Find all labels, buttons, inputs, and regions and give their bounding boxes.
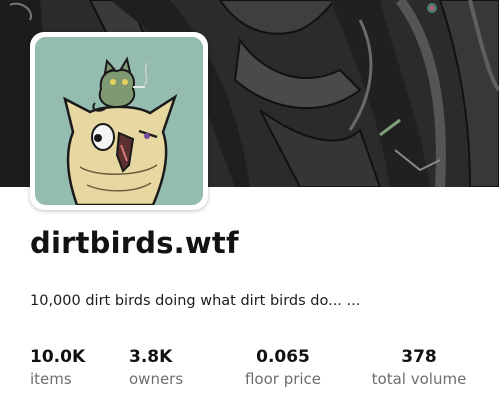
stat-owners[interactable]: 3.8K owners xyxy=(129,347,183,388)
stat-floor-price[interactable]: 0.065 floor price xyxy=(236,347,330,388)
collection-avatar xyxy=(30,32,208,210)
stat-owners-value: 3.8K xyxy=(129,347,173,367)
stat-total-volume-value: 378 xyxy=(401,347,437,367)
collection-description: 10,000 dirt birds doing what dirt birds … xyxy=(30,293,361,309)
stat-total-volume-label: total volume xyxy=(371,370,467,388)
stat-owners-label: owners xyxy=(129,370,184,388)
stat-floor-price-value: 0.065 xyxy=(256,347,310,367)
stat-items[interactable]: 10.0K items xyxy=(30,347,85,388)
stat-items-label: items xyxy=(30,370,72,388)
avatar-image xyxy=(35,37,203,205)
stat-floor-price-label: floor price xyxy=(244,370,322,388)
stat-total-volume[interactable]: 378 total volume xyxy=(366,347,472,388)
collection-title: dirtbirds.wtf xyxy=(30,226,239,260)
stat-items-value: 10.0K xyxy=(30,347,86,367)
